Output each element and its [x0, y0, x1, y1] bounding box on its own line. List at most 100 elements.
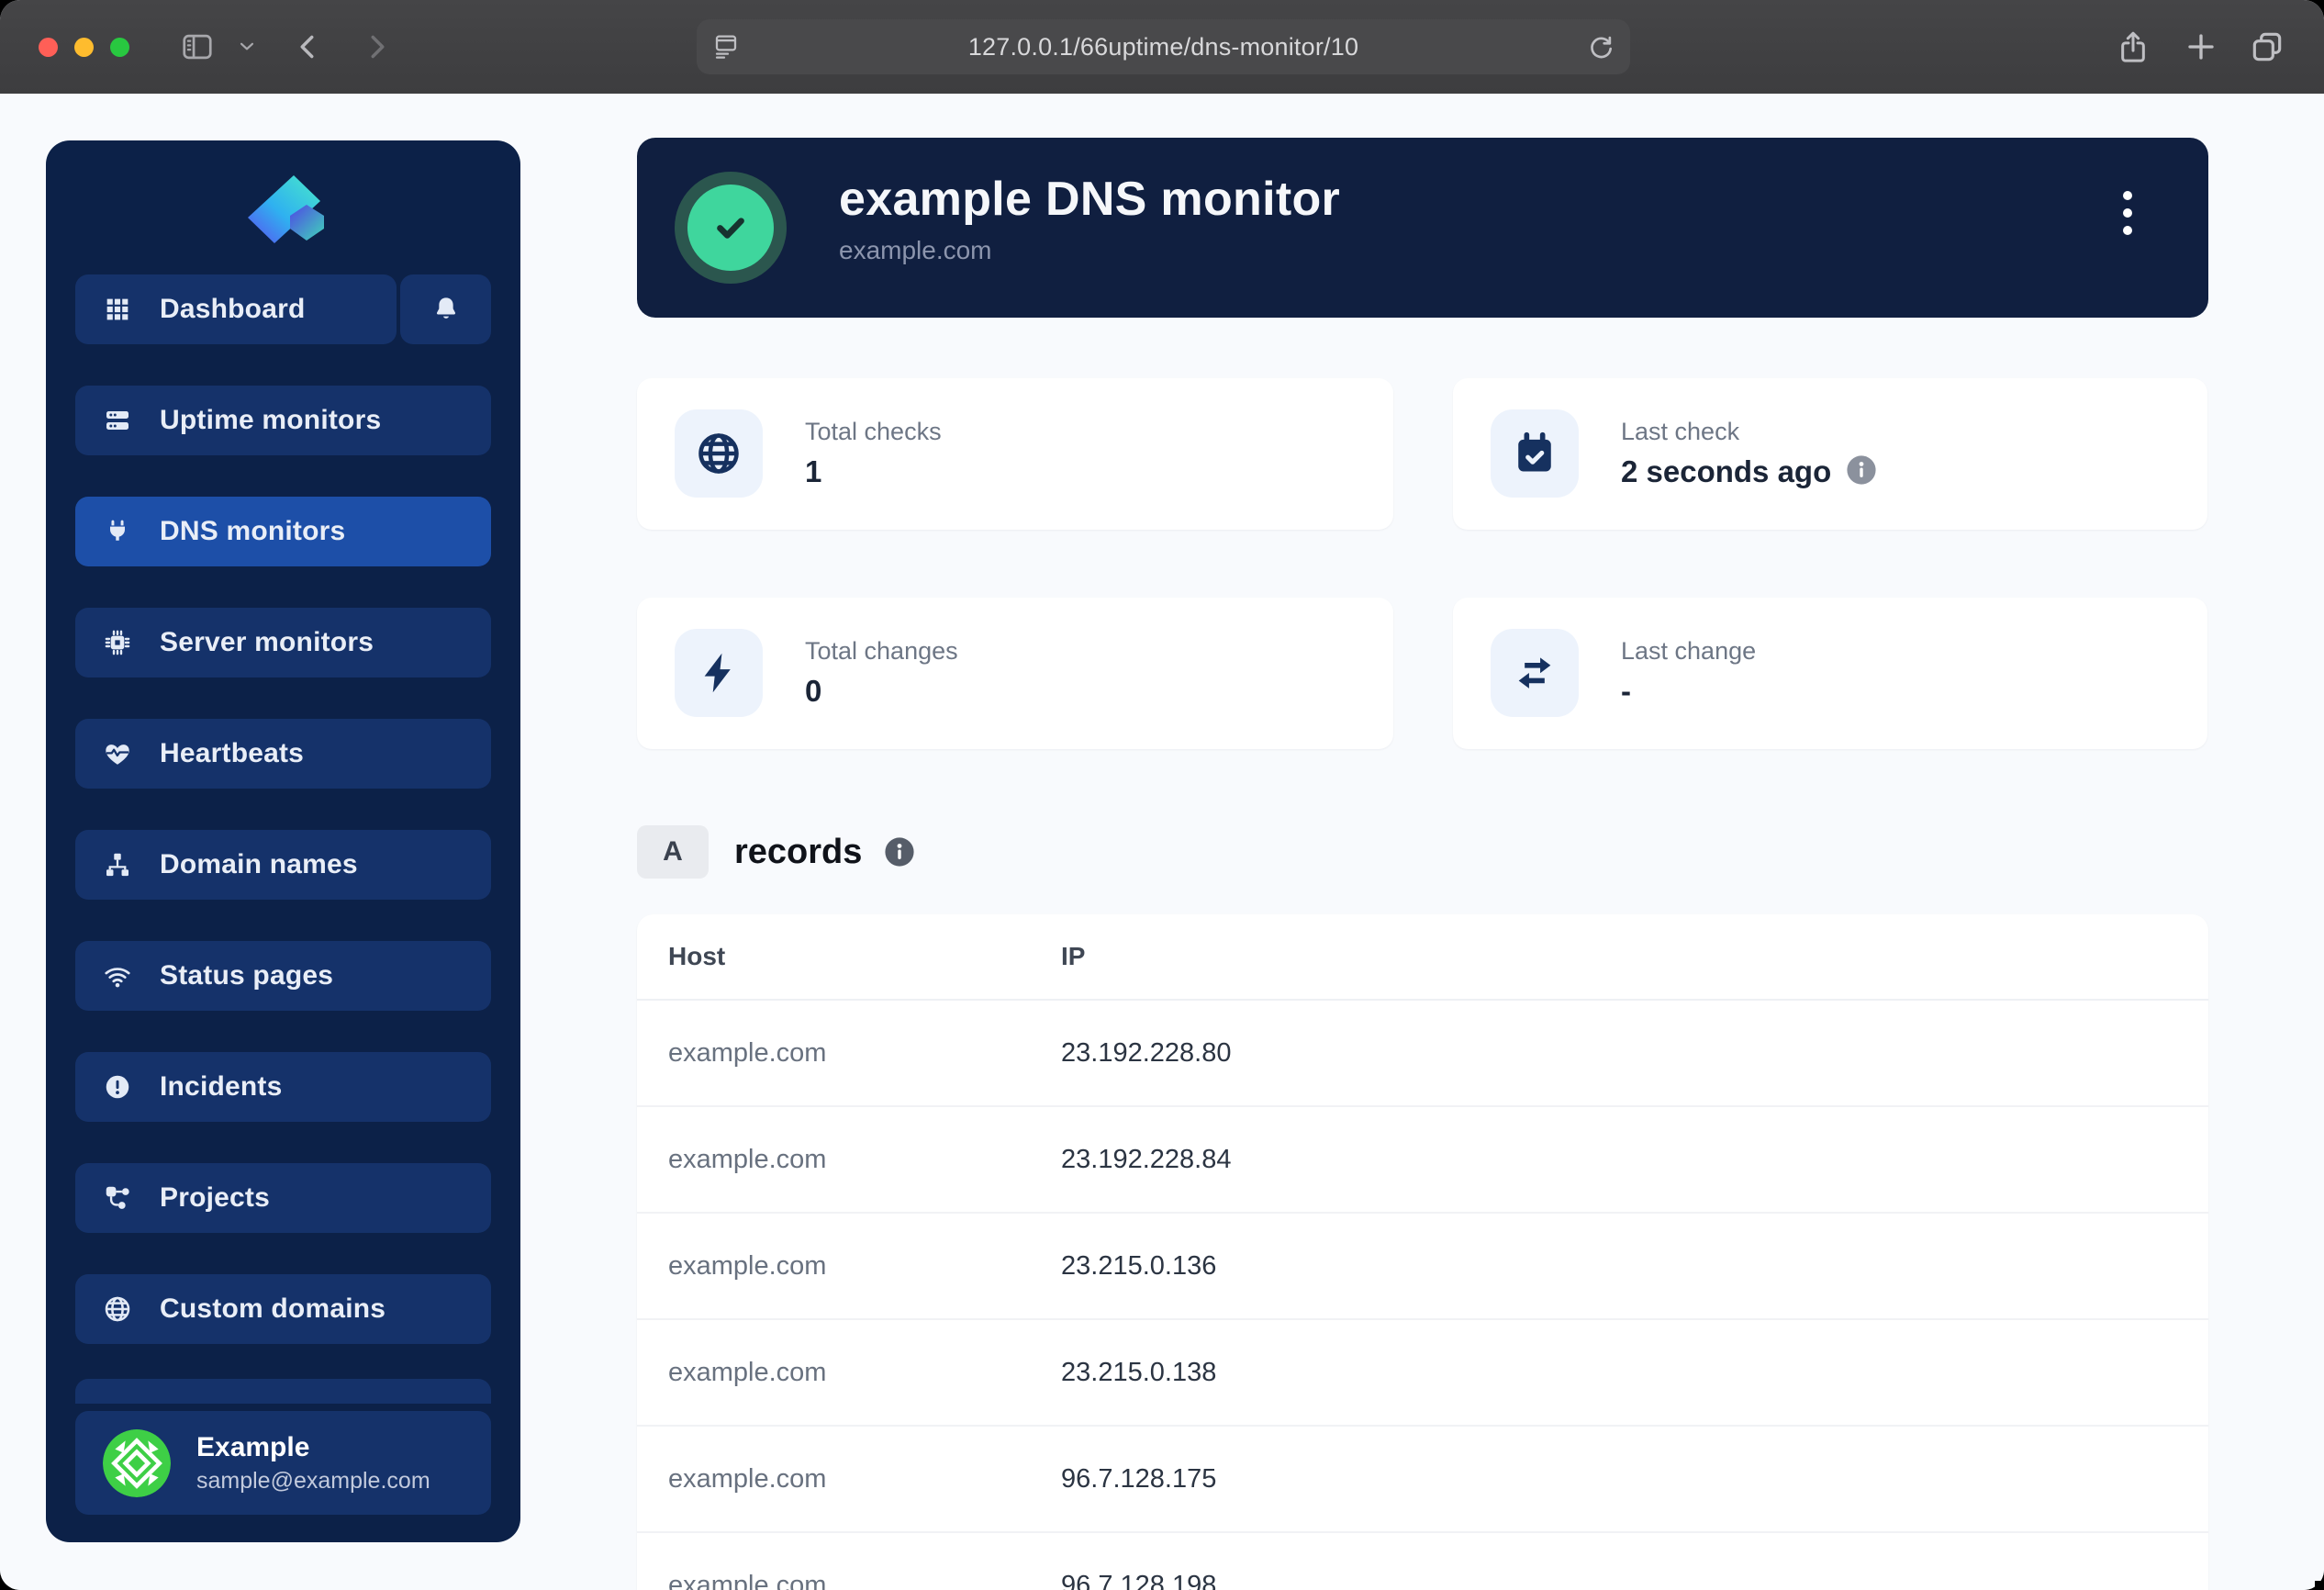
- table-row: example.com 96.7.128.198: [637, 1533, 2208, 1590]
- sidebar-item-label: DNS monitors: [160, 516, 345, 547]
- stat-card-total-changes: Total changes 0: [637, 598, 1393, 749]
- forward-button[interactable]: [360, 30, 393, 63]
- reload-icon[interactable]: [1586, 32, 1615, 62]
- clipped-sidebar-item: [75, 1379, 491, 1404]
- plug-icon: [103, 517, 132, 546]
- profile-name: Example: [196, 1431, 430, 1464]
- table-row: example.com 23.215.0.138: [637, 1320, 2208, 1427]
- url-text: 127.0.0.1/66uptime/dns-monitor/10: [968, 33, 1358, 62]
- page-content: Dashboard Uptime monitors DNS monitors: [0, 94, 2324, 1590]
- table-row: example.com 23.192.228.80: [637, 1001, 2208, 1107]
- sidebar-item-label: Heartbeats: [160, 738, 304, 769]
- app-logo[interactable]: [240, 174, 327, 250]
- stat-value: 2 seconds ago: [1621, 453, 1831, 491]
- avatar: [103, 1429, 171, 1497]
- table-row: example.com 23.192.228.84: [637, 1107, 2208, 1214]
- sidebar-item-dns-monitors[interactable]: DNS monitors: [75, 497, 491, 566]
- column-header-ip: IP: [1061, 942, 2177, 971]
- sidebar-item-label: Server monitors: [160, 627, 374, 658]
- server-stack-icon: [103, 406, 132, 435]
- circle-exclamation-icon: [103, 1072, 132, 1102]
- globe-icon: [103, 1294, 132, 1324]
- close-window-button[interactable]: [39, 38, 58, 57]
- ip-cell: 23.215.0.138: [1061, 1358, 2177, 1388]
- monitor-header-card: example DNS monitor example.com: [637, 138, 2208, 318]
- sidebar-toggle-icon[interactable]: [180, 29, 215, 64]
- column-header-host: Host: [668, 942, 1061, 971]
- records-title: records: [734, 833, 862, 872]
- monitor-menu-button[interactable]: [2107, 184, 2148, 242]
- browser-window: 127.0.0.1/66uptime/dns-monitor/10: [0, 0, 2324, 1590]
- table-row: example.com 23.215.0.136: [637, 1214, 2208, 1320]
- ip-cell: 23.192.228.84: [1061, 1145, 2177, 1175]
- host-cell: example.com: [668, 1358, 1061, 1388]
- stat-label: Last change: [1621, 635, 1756, 666]
- dashboard-row: Dashboard: [75, 274, 491, 344]
- host-cell: example.com: [668, 1464, 1061, 1495]
- ip-cell: 23.192.228.80: [1061, 1038, 2177, 1069]
- share-icon[interactable]: [2115, 28, 2151, 65]
- sidebar-item-server-monitors[interactable]: Server monitors: [75, 608, 491, 677]
- screenshot-artifact: [2315, 1581, 2324, 1590]
- zoom-window-button[interactable]: [110, 38, 129, 57]
- sidebar: Dashboard Uptime monitors DNS monitors: [46, 140, 520, 1542]
- profile-card[interactable]: Example sample@example.com: [75, 1411, 491, 1515]
- sidebar-item-label: Status pages: [160, 960, 333, 991]
- stat-card-total-checks: Total checks 1: [637, 378, 1393, 530]
- microchip-icon: [103, 628, 132, 657]
- sitemap-icon: [103, 850, 132, 879]
- bell-icon: [430, 294, 462, 325]
- sidebar-item-label: Custom domains: [160, 1293, 385, 1325]
- stat-card-last-check: Last check 2 seconds ago: [1453, 378, 2207, 530]
- new-tab-icon[interactable]: [2183, 28, 2219, 65]
- sidebar-item-incidents[interactable]: Incidents: [75, 1052, 491, 1122]
- table-header-row: Host IP: [637, 914, 2208, 1001]
- address-bar[interactable]: 127.0.0.1/66uptime/dns-monitor/10: [697, 19, 1630, 74]
- bolt-icon: [675, 629, 763, 717]
- chevron-down-icon[interactable]: [237, 37, 257, 57]
- page-settings-icon[interactable]: [711, 32, 741, 62]
- sidebar-item-label: Domain names: [160, 849, 358, 880]
- browser-chrome: 127.0.0.1/66uptime/dns-monitor/10: [0, 0, 2324, 95]
- sidebar-item-label: Incidents: [160, 1071, 283, 1103]
- heart-pulse-icon: [103, 739, 132, 768]
- sidebar-item-heartbeats[interactable]: Heartbeats: [75, 719, 491, 789]
- profile-email: sample@example.com: [196, 1467, 430, 1495]
- stat-card-last-change: Last change -: [1453, 598, 2207, 749]
- sidebar-item-dashboard[interactable]: Dashboard: [75, 274, 397, 344]
- notifications-button[interactable]: [400, 274, 491, 344]
- status-up-icon: [675, 172, 787, 284]
- ip-cell: 23.215.0.136: [1061, 1251, 2177, 1282]
- tab-overview-icon[interactable]: [2249, 28, 2285, 65]
- ip-cell: 96.7.128.198: [1061, 1571, 2177, 1590]
- host-cell: example.com: [668, 1571, 1061, 1590]
- sidebar-item-label: Dashboard: [160, 294, 306, 325]
- sidebar-item-projects[interactable]: Projects: [75, 1163, 491, 1233]
- minimize-window-button[interactable]: [74, 38, 94, 57]
- sidebar-item-custom-domains[interactable]: Custom domains: [75, 1274, 491, 1344]
- stat-label: Total checks: [805, 416, 942, 447]
- sidebar-item-domain-names[interactable]: Domain names: [75, 830, 491, 900]
- wifi-icon: [103, 961, 132, 991]
- stat-value: 0: [805, 672, 821, 711]
- records-section-header: A records: [637, 825, 915, 879]
- sidebar-item-label: Uptime monitors: [160, 405, 381, 436]
- stat-value: -: [1621, 672, 1631, 711]
- info-icon[interactable]: [1846, 454, 1877, 490]
- ip-cell: 96.7.128.175: [1061, 1464, 2177, 1495]
- share-nodes-icon: [103, 1183, 132, 1213]
- stat-label: Total changes: [805, 635, 958, 666]
- records-table: Host IP example.com 23.192.228.80 exampl…: [637, 914, 2208, 1590]
- arrows-right-left-icon: [1491, 629, 1579, 717]
- monitor-subtitle: example.com: [839, 235, 1340, 266]
- back-button[interactable]: [292, 30, 325, 63]
- sidebar-item-status-pages[interactable]: Status pages: [75, 941, 491, 1011]
- grid-icon: [103, 295, 132, 324]
- record-type-badge: A: [637, 825, 709, 879]
- table-row: example.com 96.7.128.175: [637, 1427, 2208, 1533]
- host-cell: example.com: [668, 1145, 1061, 1175]
- sidebar-item-uptime-monitors[interactable]: Uptime monitors: [75, 386, 491, 455]
- sidebar-nav: Dashboard Uptime monitors DNS monitors: [75, 274, 491, 1344]
- globe-icon: [675, 409, 763, 498]
- info-icon[interactable]: [884, 836, 915, 868]
